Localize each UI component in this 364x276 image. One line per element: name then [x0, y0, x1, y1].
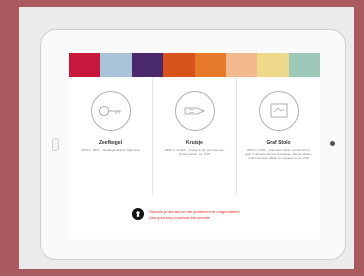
color-stripe [69, 53, 101, 77]
color-stripe [131, 53, 164, 77]
item-description: KPM nr. 10.003 – Kruisje in de vorm van … [164, 148, 225, 156]
color-stripe [225, 53, 258, 77]
grave-icon [270, 103, 287, 118]
tablet-screen: Zeefkegel KPM nr. 0641 – Zeefkegel Enori… [69, 53, 320, 239]
home-button[interactable] [52, 138, 59, 151]
item-panel-zeefkegel[interactable]: Zeefkegel KPM nr. 0641 – Zeefkegel Enori… [69, 77, 153, 195]
keyhole-badge-icon[interactable] [132, 208, 144, 220]
unlock-message-en: Use your key to unlock the secrets [149, 215, 211, 220]
item-icon-circle [258, 91, 299, 131]
item-panels: Zeefkegel KPM nr. 0641 – Zeefkegel Enori… [69, 77, 320, 195]
keyhole-icon [184, 107, 205, 115]
item-title: Kruisje [186, 140, 203, 146]
unlock-footer[interactable]: Gebruik je sleutel om de geheimen te ont… [69, 205, 320, 227]
unlock-message-nl: Gebruik je sleutel om de geheimen te ont… [149, 209, 240, 214]
color-stripe [194, 53, 226, 77]
camera-dot [330, 141, 335, 146]
item-title: Zeefkegel [98, 140, 123, 146]
color-stripe-bar [69, 53, 320, 77]
color-stripe [100, 53, 132, 77]
item-icon-circle [90, 91, 131, 131]
item-icon-circle [174, 91, 215, 131]
item-panel-kruisje[interactable]: Kruisje KPM nr. 10.003 – Kruisje in de v… [153, 77, 237, 195]
item-panel-graf-stolo[interactable]: Graf Stolo KPM nr. 0196 – Graf steen Sto… [237, 77, 320, 195]
item-title: Graf Stolo [266, 140, 291, 146]
key-icon [98, 106, 121, 116]
item-description: KPM nr. 0641 – Zeefkegel Enoris, Rijnmon… [81, 148, 140, 152]
item-description: KPM nr. 0196 – Graf steen Stolo, vondst … [245, 148, 312, 160]
color-stripe [163, 53, 195, 77]
color-stripe [288, 53, 320, 77]
color-stripe [257, 53, 289, 77]
